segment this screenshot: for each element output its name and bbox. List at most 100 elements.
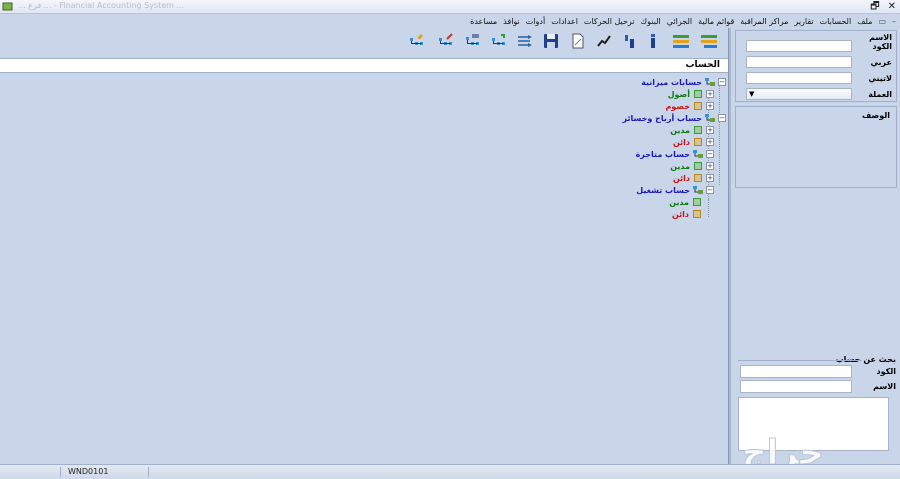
search-code-input[interactable] (740, 365, 852, 378)
column-button[interactable] (620, 31, 640, 51)
account-group-icon (705, 78, 715, 86)
tree-node-label: دائن (672, 137, 690, 147)
account-form: الاسم الكود عربي لاتيني العملة ▼ (735, 30, 897, 102)
menu-tools[interactable]: أدوات (526, 17, 545, 26)
tree-node-credit[interactable]: + دائن (673, 136, 714, 148)
account-debit-icon (694, 162, 702, 170)
collapse-icon (701, 35, 717, 48)
menu-file[interactable]: ملف (857, 17, 872, 26)
tree-node-operating[interactable]: − حساب تشغيل (636, 184, 714, 196)
search-name-label: الاسم (873, 382, 896, 391)
tree-node-debit[interactable]: + مدين (670, 160, 714, 172)
expand-icon (673, 35, 689, 48)
menu-settings[interactable]: اعدادات (551, 17, 578, 26)
tree-node-debit[interactable]: مدين (669, 196, 702, 208)
account-credit-icon (694, 138, 702, 146)
menu-help[interactable]: مساعدة (470, 17, 497, 26)
tree-node-label: مدين (670, 161, 690, 171)
tree-node-balance-sheet[interactable]: − حسابات ميزانية (641, 76, 726, 88)
print-preview-icon (572, 33, 584, 49)
close-icon[interactable]: ✕ (888, 0, 896, 14)
chart-icon (597, 35, 611, 47)
tree-node-trading[interactable]: − حساب متاجرة (636, 148, 714, 160)
restore-icon[interactable]: 🗗 (870, 0, 879, 14)
delete-account-button[interactable] (463, 31, 483, 51)
menu-control-centers[interactable]: مراكز المراقبة (740, 17, 788, 26)
tree-node-label: دائن (671, 209, 689, 219)
collapse-toggle[interactable]: − (706, 150, 714, 158)
account-tree[interactable]: − حسابات ميزانية + أصول + خصوم − حساب أر… (0, 73, 728, 463)
tree-node-credit[interactable]: دائن (672, 208, 702, 220)
tree-node-profit-loss[interactable]: − حساب أرباح وخسائر (622, 112, 726, 124)
search-account-icon (492, 34, 505, 45)
menu-financial-statements[interactable]: قوائم مالية (698, 17, 734, 26)
latin-name-input[interactable] (746, 72, 852, 84)
menu-post-transactions[interactable]: ترحيل الحركات (584, 17, 635, 26)
new-account-button[interactable] (407, 31, 427, 51)
expand-toggle[interactable]: + (706, 174, 714, 182)
panel-splitter[interactable] (728, 28, 731, 464)
delete-account-icon (466, 34, 479, 45)
currency-select[interactable]: ▼ (746, 88, 852, 100)
expand-toggle[interactable]: + (706, 138, 714, 146)
expand-all-button[interactable] (671, 31, 691, 51)
expand-toggle[interactable]: + (706, 90, 714, 98)
tree-view-button[interactable] (515, 31, 535, 51)
print-preview-button[interactable] (568, 31, 588, 51)
description-box[interactable]: الوصف (735, 106, 897, 188)
tree-node-debit[interactable]: + مدين (670, 124, 714, 136)
arabic-name-label: عربي (870, 57, 892, 67)
bar-button[interactable] (643, 31, 663, 51)
chart-button[interactable] (594, 31, 614, 51)
code-row: الكود (746, 40, 892, 52)
search-divider (738, 360, 862, 361)
tree-guide-line (719, 83, 720, 185)
tree-node-credit[interactable]: + دائن (673, 172, 714, 184)
save-icon (544, 34, 558, 48)
status-separator (148, 467, 149, 477)
window-title: ... فرع ... - Financial Accounting Syste… (18, 1, 185, 10)
tree-node-label: حساب تشغيل (636, 185, 690, 195)
window-menu-icon[interactable]: ▭ (878, 17, 886, 26)
tree-node-liabilities[interactable]: + خصوم (665, 100, 714, 112)
account-credit-icon (694, 174, 702, 182)
description-label: الوصف (861, 111, 890, 120)
tree-node-label: حسابات ميزانية (641, 77, 702, 87)
menu-procedures[interactable]: الجرائي (667, 17, 692, 26)
tree-column-header: الحساب (0, 58, 728, 73)
collapse-toggle[interactable]: − (718, 114, 726, 122)
save-button[interactable] (541, 31, 561, 51)
tree-node-assets[interactable]: + أصول (668, 88, 714, 100)
account-debit-icon (694, 90, 702, 98)
expand-toggle[interactable]: + (706, 126, 714, 134)
collapse-toggle[interactable]: − (718, 78, 726, 86)
tree-node-label: مدين (670, 125, 690, 135)
edit-account-button[interactable] (436, 31, 456, 51)
tree-guide-line (708, 199, 709, 215)
account-debit-icon (693, 198, 701, 206)
expand-toggle[interactable]: + (706, 102, 714, 110)
chevron-down-icon: ▼ (749, 90, 755, 98)
search-code-label: الكود (876, 367, 896, 376)
bar-icon (651, 34, 655, 48)
code-input[interactable] (746, 40, 852, 52)
account-group-icon (693, 150, 703, 158)
collapse-toggle[interactable]: − (706, 186, 714, 194)
search-name-input[interactable] (740, 380, 852, 393)
account-debit-icon (694, 126, 702, 134)
expand-toggle[interactable]: + (706, 162, 714, 170)
tree-node-label: خصوم (665, 101, 690, 111)
search-account-button[interactable] (489, 31, 509, 51)
arabic-name-input[interactable] (746, 56, 852, 68)
account-group-icon (693, 186, 703, 194)
menu-accounts[interactable]: الحسابات (820, 17, 852, 26)
tree-node-label: مدين (669, 197, 689, 207)
menu-windows[interactable]: نوافذ (503, 17, 520, 26)
currency-row: العملة ▼ (746, 88, 892, 100)
menu-banks[interactable]: البنوك (641, 17, 661, 26)
system-menu-icon[interactable]: – (892, 17, 896, 26)
app-icon (2, 2, 13, 11)
collapse-all-button[interactable] (699, 31, 719, 51)
latin-name-label: لاتيني (868, 73, 892, 83)
menu-reports[interactable]: تقارير (794, 17, 813, 26)
